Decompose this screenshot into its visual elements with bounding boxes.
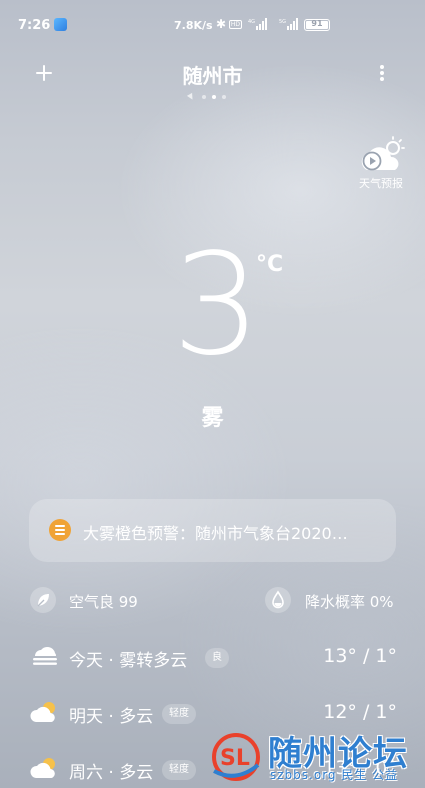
weather-alert-card[interactable]: 大雾橙色预警：随州市气象台2020… — [29, 499, 396, 562]
city-title[interactable]: 随州市 — [183, 64, 243, 88]
battery-level: 91 — [311, 19, 323, 28]
city-title-wrap: 随州市 — [0, 60, 425, 89]
more-options-icon[interactable] — [372, 62, 392, 84]
gallery-notification-icon — [54, 18, 67, 31]
signal-4g-icon: 4G — [248, 18, 267, 30]
network-speed: 7.8K/s — [174, 19, 213, 32]
forecast-temp-range: 12° / 1° — [323, 701, 397, 723]
partly-cloudy-icon — [30, 702, 55, 722]
current-condition-wrap: 雾 — [0, 400, 425, 432]
weather-forecast-label[interactable]: 天气预报 — [350, 175, 412, 191]
add-city-icon[interactable] — [30, 59, 58, 87]
aqi-badge: 轻度 — [162, 704, 196, 724]
fog-icon — [33, 646, 57, 665]
precipitation-probability[interactable]: 降水概率 0% — [305, 591, 394, 612]
svg-text:4G: 4G — [248, 19, 255, 25]
page-indicator — [186, 92, 238, 102]
forecast-day-label: 明天 · 多云 — [69, 707, 154, 727]
battery-icon: 91 — [304, 19, 330, 31]
forecast-temp-range: 13° / 1° — [323, 645, 397, 667]
air-quality[interactable]: 空气良 99 — [69, 591, 138, 612]
svg-text:5G: 5G — [279, 19, 286, 25]
hd-icon: HD — [229, 20, 242, 29]
forecast-day-label: 今天 · 雾转多云 — [69, 651, 188, 671]
watermark-logo: SL — [212, 733, 260, 781]
forecast-row-today[interactable]: 今天 · 雾转多云 良 13° / 1° — [0, 637, 425, 677]
weather-video-icon[interactable] — [357, 136, 407, 174]
page-dot — [222, 95, 226, 99]
status-bar: 7:26 7.8K/s ✱ HD 4G 5G 91 — [0, 0, 425, 50]
status-time: 7:26 — [18, 18, 51, 33]
bluetooth-icon: ✱ — [216, 17, 227, 31]
temperature-unit: °C — [256, 252, 284, 277]
warning-list-icon — [49, 519, 71, 541]
page-dot — [202, 95, 206, 99]
water-drop-icon — [265, 587, 291, 613]
partly-cloudy-icon — [30, 758, 55, 778]
forecast-day-label: 周六 · 多云 — [69, 763, 154, 783]
aqi-badge: 轻度 — [162, 760, 196, 780]
signal-5g-icon: 5G — [279, 18, 298, 30]
aqi-badge: 良 — [205, 648, 229, 668]
alert-text: 大雾橙色预警：随州市气象台2020… — [83, 524, 348, 543]
watermark-subtitle: szbbs.org 民生 公益 — [270, 768, 399, 782]
current-temperature: 3 — [172, 224, 261, 387]
page-dot-active — [212, 95, 216, 99]
svg-text:SL: SL — [220, 746, 250, 771]
location-icon — [186, 92, 196, 102]
current-condition: 雾 — [201, 406, 224, 431]
leaf-icon — [30, 587, 56, 613]
